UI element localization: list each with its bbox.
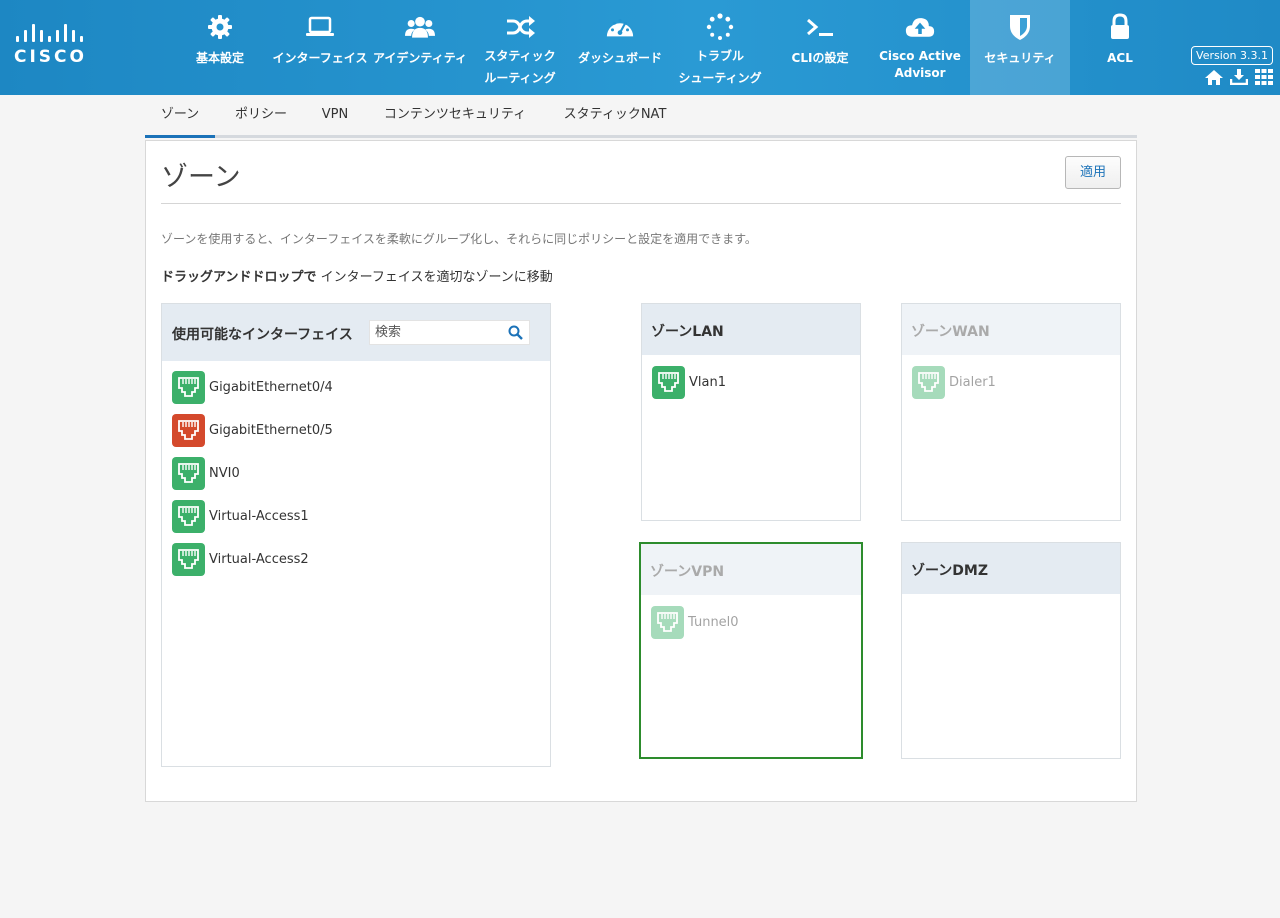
apply-button[interactable]: 適用 [1065, 156, 1121, 189]
interface-name: Virtual-Access2 [209, 551, 309, 567]
nav-basic-settings[interactable]: 基本設定 [189, 0, 251, 95]
tab-vpn[interactable]: VPN [315, 95, 355, 138]
interface-name: Tunnel0 [688, 614, 739, 630]
nav-acl[interactable]: ACL [1070, 0, 1170, 95]
zone-dmz-header: ゾーンDMZ [902, 543, 1120, 594]
zone-lan[interactable]: ゾーンLAN Vlan1 [641, 303, 861, 521]
title-divider [161, 203, 1121, 204]
tab-static-nat[interactable]: スタティックNAT [555, 95, 675, 138]
interface-item[interactable]: GigabitEthernet0/4 [172, 370, 333, 404]
interface-item[interactable]: Virtual-Access1 [172, 499, 309, 533]
search-input[interactable] [370, 321, 500, 344]
available-interfaces-box: 使用可能なインターフェイス GigabitEthernet0/4 GigabitE… [161, 303, 551, 767]
ethernet-port-icon [652, 365, 685, 399]
tab-policy[interactable]: ポリシー [225, 95, 297, 138]
zone-lan-header: ゾーンLAN [642, 304, 860, 355]
interface-name: Dialer1 [949, 374, 996, 390]
zone-vpn[interactable]: ゾーンVPN Tunnel0 [639, 542, 863, 759]
version-badge: Version 3.3.1 [1191, 46, 1273, 65]
gear-icon [205, 12, 235, 42]
zones-panel: ゾーン 適用 ゾーンを使用すると、インターフェイスを柔軟にグループ化し、それらに… [145, 140, 1137, 802]
tab-zone[interactable]: ゾーン [145, 95, 215, 138]
nav-identity[interactable]: アイデンティティ [370, 0, 470, 95]
home-icon[interactable] [1205, 69, 1223, 89]
laptop-icon [305, 12, 335, 42]
interface-name: Virtual-Access1 [209, 508, 309, 524]
zone-dmz[interactable]: ゾーンDMZ [901, 542, 1121, 759]
zone-vpn-header: ゾーンVPN [641, 544, 861, 595]
cisco-logo[interactable]: CISCO [14, 22, 98, 68]
apps-grid-icon[interactable] [1255, 69, 1273, 89]
interface-name: GigabitEthernet0/5 [209, 422, 333, 438]
hint-bold: ドラッグアンドドロップで [161, 270, 317, 285]
interface-name: GigabitEthernet0/4 [209, 379, 333, 395]
shuffle-icon [505, 12, 535, 42]
cloud-upload-icon [905, 12, 935, 42]
terminal-icon [805, 12, 835, 42]
drag-drop-hint: ドラッグアンドドロップで インターフェイスを適切なゾーンに移動 [161, 266, 553, 285]
nav-security[interactable]: セキュリティ [970, 0, 1070, 95]
zone-wan-header: ゾーンWAN [902, 304, 1120, 355]
interface-item[interactable]: Tunnel0 [651, 605, 739, 639]
ethernet-port-icon [651, 605, 684, 639]
header-tools [1205, 69, 1273, 89]
zone-dmz-title: ゾーンDMZ [911, 563, 989, 579]
interface-item[interactable]: Virtual-Access2 [172, 542, 309, 576]
dashboard-icon [605, 12, 635, 42]
spinner-icon [705, 12, 735, 42]
hint-rest: インターフェイスを適切なゾーンに移動 [316, 270, 553, 285]
zone-vpn-title: ゾーンVPN [650, 564, 725, 580]
zone-wan-title: ゾーンWAN [911, 324, 990, 340]
interface-search [369, 320, 530, 345]
nav-cisco-active-advisor[interactable]: Cisco Active Advisor [872, 0, 968, 95]
cisco-logo-text: CISCO [14, 47, 87, 67]
nav-static-routing[interactable]: スタティック ルーティング [475, 0, 565, 95]
lock-icon [1105, 12, 1135, 42]
zone-lan-title: ゾーンLAN [651, 324, 724, 340]
ethernet-port-icon [172, 456, 205, 490]
available-interfaces-title: 使用可能なインターフェイス [172, 327, 353, 343]
interface-item[interactable]: Dialer1 [912, 365, 996, 399]
search-icon[interactable] [508, 325, 523, 344]
interface-item[interactable]: GigabitEthernet0/5 [172, 413, 333, 447]
interface-name: Vlan1 [689, 374, 726, 390]
interface-name: NVI0 [209, 465, 240, 481]
nav-interfaces[interactable]: インターフェイス [270, 0, 370, 95]
zone-wan[interactable]: ゾーンWAN Dialer1 [901, 303, 1121, 521]
ethernet-port-icon [172, 542, 205, 576]
available-interfaces-header: 使用可能なインターフェイス [162, 304, 550, 361]
shield-icon [1005, 12, 1035, 42]
ethernet-port-icon [912, 365, 945, 399]
tab-content-security[interactable]: コンテンツセキュリティ [377, 95, 533, 138]
nav-dashboard[interactable]: ダッシュボード [570, 0, 670, 95]
nav-troubleshooting[interactable]: トラブル シューティング [672, 0, 768, 95]
cisco-logo-bars [16, 22, 98, 42]
top-navigation-bar: CISCO 基本設定 インターフェイス アイデンティティ スタティック ルーティ… [0, 0, 1280, 95]
nav-cli-settings[interactable]: CLIの設定 [780, 0, 860, 95]
download-icon[interactable] [1229, 69, 1249, 89]
page-description: ゾーンを使用すると、インターフェイスを柔軟にグループ化し、それらに同じポリシーと… [161, 232, 757, 246]
ethernet-port-icon [172, 370, 205, 404]
ethernet-port-icon [172, 499, 205, 533]
interface-item[interactable]: Vlan1 [652, 365, 726, 399]
ethernet-port-icon [172, 413, 205, 447]
page-title: ゾーン [161, 162, 241, 193]
security-subtabs: ゾーン ポリシー VPN コンテンツセキュリティ スタティックNAT [145, 95, 1137, 138]
interface-item[interactable]: NVI0 [172, 456, 240, 490]
users-icon [405, 12, 435, 42]
